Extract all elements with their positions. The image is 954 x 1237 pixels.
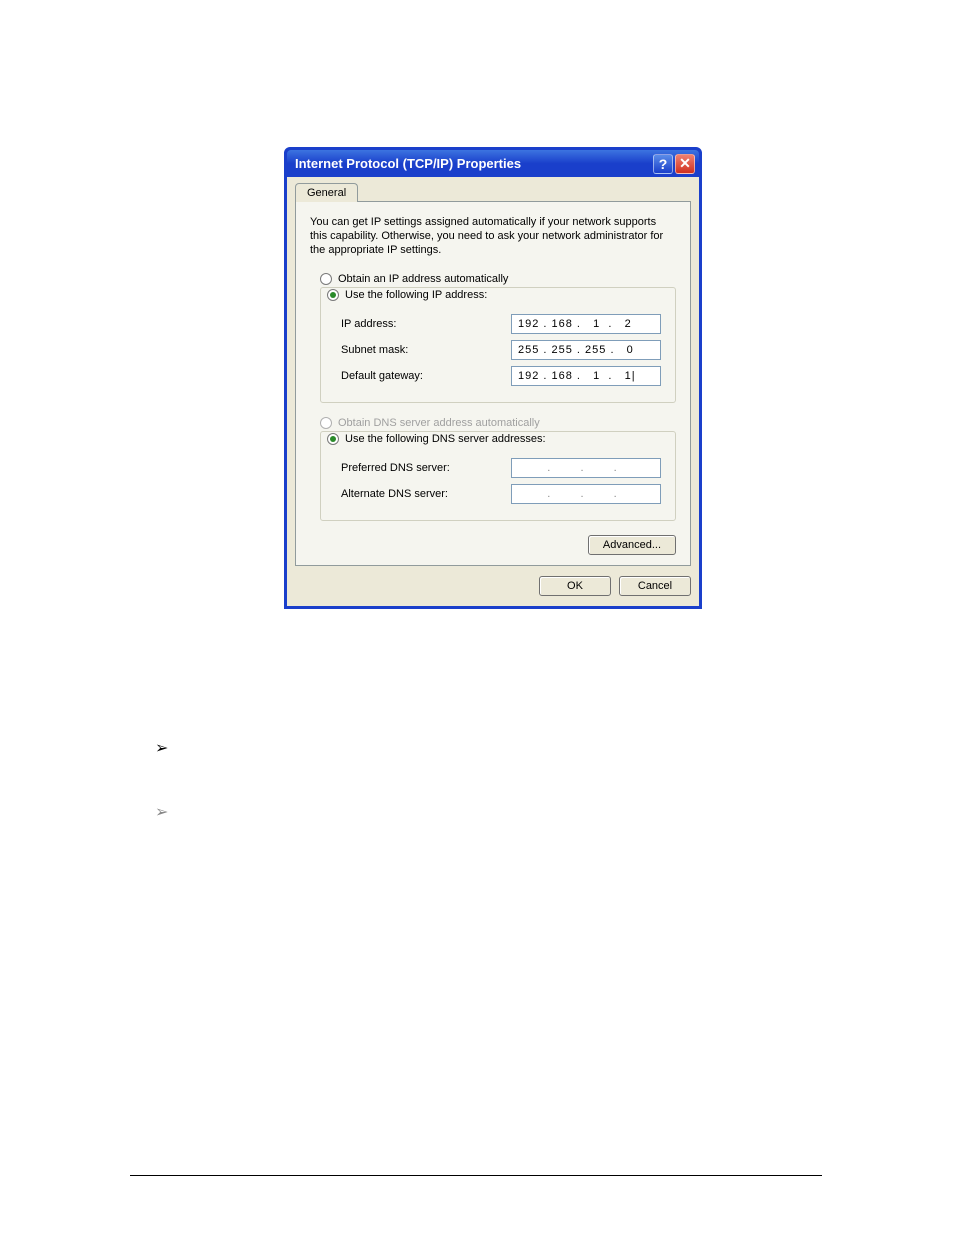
ip-address-input[interactable]	[511, 314, 661, 334]
titlebar[interactable]: Internet Protocol (TCP/IP) Properties ? …	[287, 150, 699, 177]
preferred-dns-label: Preferred DNS server:	[341, 462, 511, 474]
default-gateway-row: Default gateway:	[331, 366, 665, 386]
client-area: General You can get IP settings assigned…	[287, 177, 699, 606]
alternate-dns-row: Alternate DNS server:	[331, 484, 665, 504]
alternate-dns-label: Alternate DNS server:	[341, 488, 511, 500]
ok-button[interactable]: OK	[539, 576, 611, 596]
radio-icon	[327, 289, 339, 301]
radio-use-following-ip[interactable]: Use the following IP address:	[327, 289, 491, 301]
tab-general[interactable]: General	[295, 183, 358, 202]
help-button[interactable]: ?	[653, 154, 673, 174]
radio-obtain-ip-auto-label: Obtain an IP address automatically	[338, 273, 508, 285]
radio-use-following-dns-label: Use the following DNS server addresses:	[345, 433, 546, 445]
radio-use-following-dns[interactable]: Use the following DNS server addresses:	[327, 433, 550, 445]
advanced-button[interactable]: Advanced...	[588, 535, 676, 555]
alternate-dns-input[interactable]	[511, 484, 661, 504]
radio-icon	[327, 433, 339, 445]
preferred-dns-input[interactable]	[511, 458, 661, 478]
ip-address-row: IP address:	[331, 314, 665, 334]
radio-obtain-dns-auto: Obtain DNS server address automatically	[320, 417, 676, 429]
bullet-arrow-icon: ➢	[155, 802, 168, 822]
tabstrip: General	[295, 183, 691, 202]
close-icon: ✕	[679, 155, 691, 172]
dialog-title: Internet Protocol (TCP/IP) Properties	[295, 156, 651, 171]
radio-use-following-ip-label: Use the following IP address:	[345, 289, 487, 301]
subnet-mask-input[interactable]	[511, 340, 661, 360]
advanced-row: Advanced...	[310, 535, 676, 555]
bullet-list: ➢ ➢	[155, 738, 168, 866]
tcp-ip-properties-dialog: Internet Protocol (TCP/IP) Properties ? …	[284, 147, 702, 609]
subnet-mask-row: Subnet mask:	[331, 340, 665, 360]
page-divider	[130, 1175, 822, 1176]
radio-obtain-dns-auto-label: Obtain DNS server address automatically	[338, 417, 540, 429]
dns-fieldset: Use the following DNS server addresses: …	[320, 431, 676, 521]
radio-icon	[320, 273, 332, 285]
cancel-button[interactable]: Cancel	[619, 576, 691, 596]
default-gateway-input[interactable]	[511, 366, 661, 386]
ip-address-label: IP address:	[341, 318, 511, 330]
subnet-mask-label: Subnet mask:	[341, 344, 511, 356]
close-button[interactable]: ✕	[675, 154, 695, 174]
dialog-buttons: OK Cancel	[295, 576, 691, 596]
tab-panel: You can get IP settings assigned automat…	[295, 201, 691, 566]
bullet-arrow-icon: ➢	[155, 738, 168, 758]
description-text: You can get IP settings assigned automat…	[310, 216, 676, 257]
default-gateway-label: Default gateway:	[341, 370, 511, 382]
radio-obtain-ip-auto[interactable]: Obtain an IP address automatically	[320, 273, 676, 285]
ip-fieldset: Use the following IP address: IP address…	[320, 287, 676, 403]
radio-icon	[320, 417, 332, 429]
preferred-dns-row: Preferred DNS server:	[331, 458, 665, 478]
